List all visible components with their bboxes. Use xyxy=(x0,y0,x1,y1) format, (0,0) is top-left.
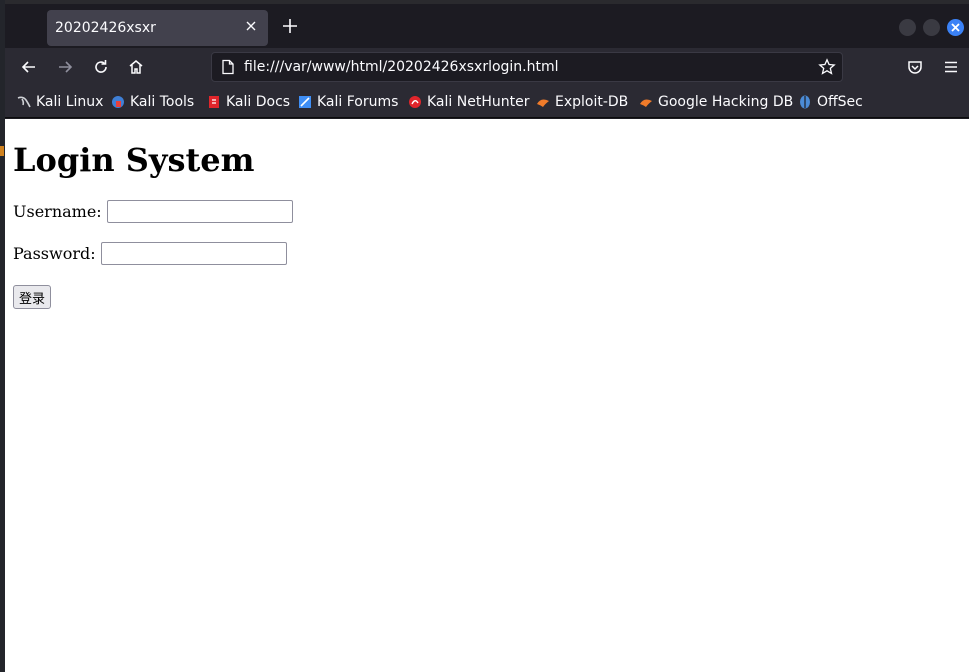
pocket-icon[interactable] xyxy=(906,58,924,76)
bookmark-offsec[interactable]: OffSec xyxy=(798,94,863,110)
bookmark-kali-forums[interactable]: Kali Forums xyxy=(298,94,398,110)
tab-close-icon[interactable] xyxy=(243,18,259,34)
bookmark-label: OffSec xyxy=(817,94,863,110)
url-bar[interactable]: file:///var/www/html/20202426xsxrlogin.h… xyxy=(211,52,843,82)
kali-dragon-icon xyxy=(17,96,31,108)
close-window-icon xyxy=(951,23,960,32)
tab-active[interactable]: 20202426xsxr xyxy=(47,10,268,46)
forward-icon[interactable] xyxy=(56,58,74,76)
maximize-button[interactable] xyxy=(923,19,940,36)
minimize-button[interactable] xyxy=(899,19,916,36)
bookmark-kali-linux[interactable]: Kali Linux xyxy=(17,94,103,110)
password-row: Password: xyxy=(13,242,287,265)
offsec-icon xyxy=(800,95,810,109)
kali-docs-icon xyxy=(209,96,219,108)
close-window-button[interactable] xyxy=(947,19,964,36)
menu-icon[interactable] xyxy=(942,58,960,76)
bookmark-kali-docs[interactable]: Kali Docs xyxy=(207,94,290,110)
bookmark-label: Kali Forums xyxy=(317,94,399,110)
bookmark-label: Kali Linux xyxy=(36,94,104,110)
page-content: Login System Username: Password: 登录 xyxy=(5,119,969,672)
bookmark-label: Kali Tools xyxy=(130,94,195,110)
username-row: Username: xyxy=(13,200,293,223)
new-tab-icon[interactable] xyxy=(281,17,299,35)
tab-title: 20202426xsxr xyxy=(55,20,156,36)
home-icon[interactable] xyxy=(127,58,145,76)
reload-icon[interactable] xyxy=(92,58,110,76)
bookmark-google-hacking-db[interactable]: Google Hacking DB xyxy=(639,94,793,110)
bookmark-label: Kali NetHunter xyxy=(427,94,530,110)
page-title: Login System xyxy=(13,141,255,179)
url-text: file:///var/www/html/20202426xsxrlogin.h… xyxy=(244,59,559,75)
kali-forums-icon xyxy=(299,96,311,108)
bookmark-star-icon[interactable] xyxy=(818,58,836,76)
page-icon xyxy=(222,59,234,75)
tab-bar: 20202426xsxr xyxy=(5,0,969,48)
exploit-db-icon xyxy=(537,99,549,107)
password-input[interactable] xyxy=(100,242,287,265)
kali-nethunter-icon xyxy=(409,96,421,108)
username-label: Username: xyxy=(13,202,102,221)
bookmark-exploit-db[interactable]: Exploit-DB xyxy=(536,94,628,110)
back-icon[interactable] xyxy=(20,58,38,76)
bookmark-kali-nethunter[interactable]: Kali NetHunter xyxy=(408,94,529,110)
username-input[interactable] xyxy=(106,200,293,223)
bookmark-label: Exploit-DB xyxy=(555,94,629,110)
navigation-toolbar: file:///var/www/html/20202426xsxrlogin.h… xyxy=(5,48,969,86)
browser-window: 20202426xsxr file:///var/www/html/202024… xyxy=(5,0,969,672)
bookmark-kali-tools[interactable]: Kali Tools xyxy=(111,94,194,110)
bookmark-label: Kali Docs xyxy=(226,94,291,110)
password-label: Password: xyxy=(13,244,96,263)
google-hacking-db-icon xyxy=(640,99,652,107)
bookmarks-toolbar: Kali Linux Kali Tools Kali Docs Kali For… xyxy=(5,86,969,118)
kali-tools-icon xyxy=(112,96,124,108)
login-button[interactable]: 登录 xyxy=(13,285,52,309)
desktop-window-marker xyxy=(0,146,4,156)
bookmark-label: Google Hacking DB xyxy=(658,94,794,110)
